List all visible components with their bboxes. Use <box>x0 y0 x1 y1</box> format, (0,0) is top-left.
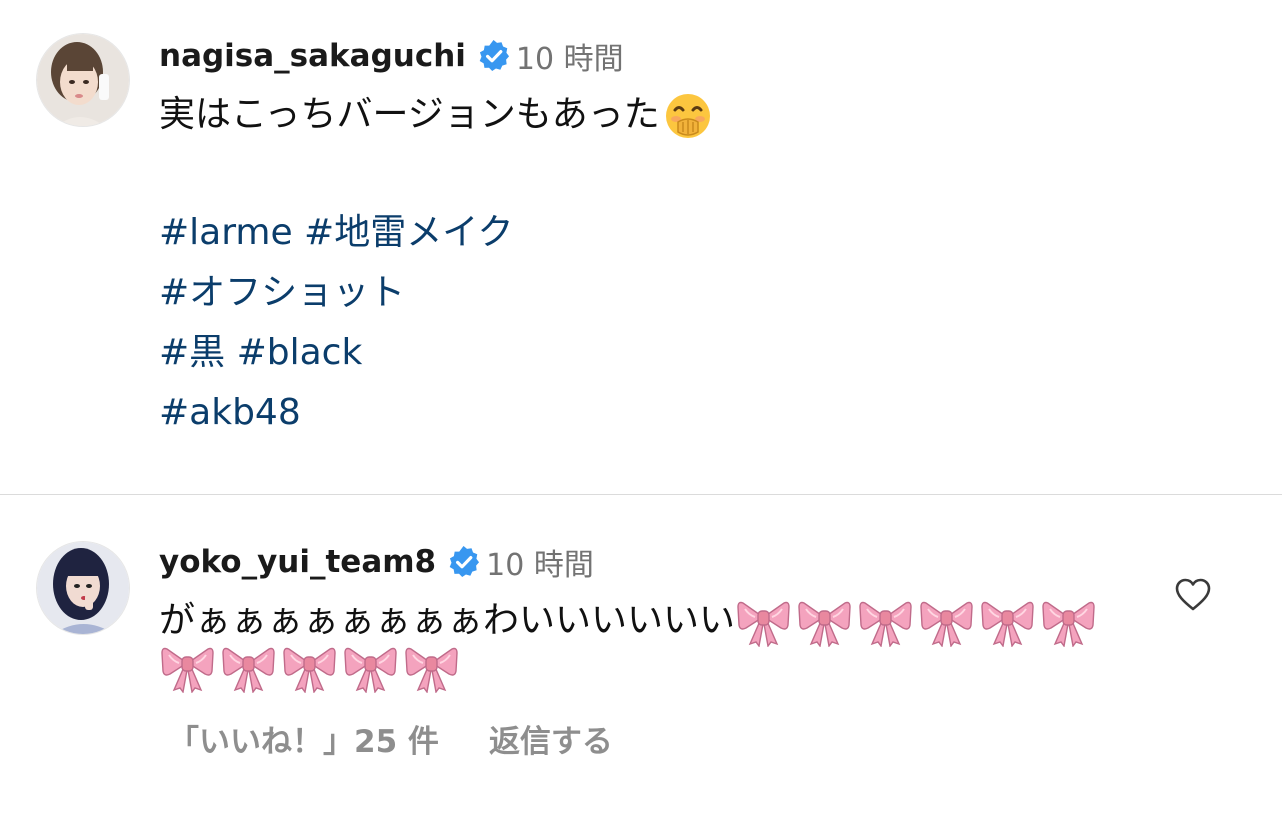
ribbon-icon <box>859 601 912 647</box>
comment-actions: 「いいね！」25 件 返信する <box>168 716 613 760</box>
ribbon-icon <box>981 601 1034 647</box>
post-header: nagisa_sakaguchi 10 時間 <box>159 34 624 78</box>
ribbon-icon <box>283 647 336 693</box>
comment-header: yoko_yui_team8 10 時間 <box>159 540 594 584</box>
ribbon-emoji-row <box>737 597 1095 647</box>
comment-text: がぁぁぁぁぁぁぁぁわいいいいいい <box>159 596 1095 647</box>
commenter-avatar[interactable] <box>36 541 130 635</box>
ribbon-emoji-row <box>161 643 458 693</box>
comment-timestamp: 10 時間 <box>486 548 594 583</box>
hashtag-line[interactable]: #larme #地雷メイク <box>159 208 514 258</box>
hashtag-line[interactable]: #黒 #black <box>159 328 362 378</box>
divider <box>0 494 1282 495</box>
ribbon-icon <box>1042 601 1095 647</box>
ribbon-icon <box>405 647 458 693</box>
comment-text-body: がぁぁぁぁぁぁぁぁわいいいいいい <box>159 600 736 641</box>
reply-button[interactable]: 返信する <box>489 716 613 761</box>
heart-icon[interactable] <box>1175 578 1211 612</box>
ribbon-icon <box>161 647 214 693</box>
verified-badge-icon <box>479 40 509 72</box>
comment-text-continued <box>159 642 458 693</box>
hashtag-line[interactable]: #オフショット <box>159 268 405 318</box>
ribbon-icon <box>798 601 851 647</box>
ribbon-icon <box>344 647 397 693</box>
like-count-button[interactable]: 「いいね！」25 件 <box>168 716 439 761</box>
caption-text: 実はこっちバージョンもあった <box>159 94 660 135</box>
ribbon-icon <box>737 601 790 647</box>
face-with-hand-over-mouth-icon <box>665 94 710 138</box>
post-caption: 実はこっちバージョンもあった <box>159 90 712 140</box>
post-timestamp: 10 時間 <box>515 42 624 77</box>
post-username[interactable]: nagisa_sakaguchi <box>159 38 466 74</box>
hashtag-line[interactable]: #akb48 <box>159 388 301 438</box>
comment-username[interactable]: yoko_yui_team8 <box>159 544 436 580</box>
avatar-image <box>37 542 129 634</box>
ribbon-icon <box>222 647 275 693</box>
ribbon-icon <box>920 601 973 647</box>
avatar-image <box>37 34 129 126</box>
verified-badge-icon <box>449 546 480 578</box>
post-author-avatar[interactable] <box>36 33 130 127</box>
